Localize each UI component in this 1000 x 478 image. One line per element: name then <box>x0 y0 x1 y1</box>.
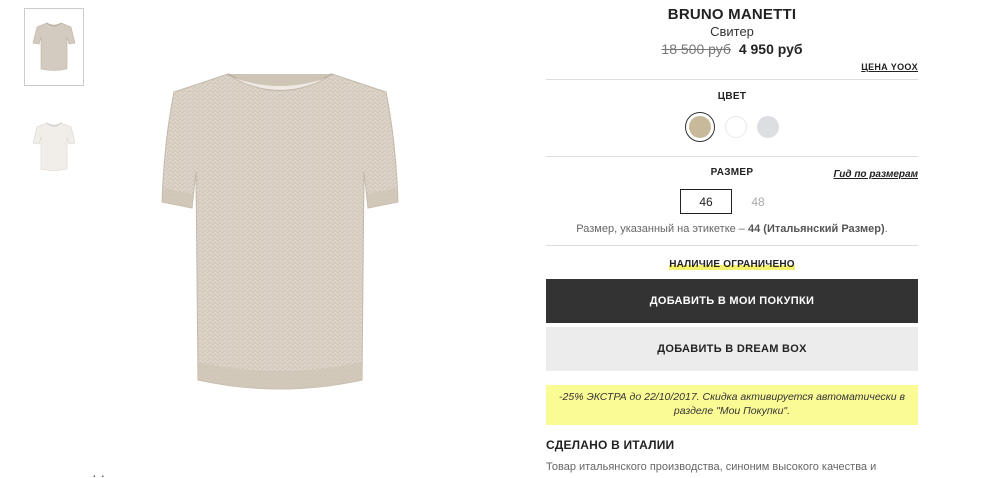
color-swatches <box>546 112 918 142</box>
thumbnail-2[interactable] <box>24 108 84 186</box>
size-options: 46 48 <box>546 189 918 214</box>
color-title: ЦВЕТ <box>717 91 747 102</box>
size-label-note: Размер, указанный на этикетке – 44 (Итал… <box>546 223 918 235</box>
size-option-46[interactable]: 46 <box>680 189 732 214</box>
origin-description: Товар итальянского производства, синоним… <box>546 461 877 478</box>
product-main-image <box>161 73 399 390</box>
sweater-thumbnail-icon <box>32 122 76 171</box>
color-swatch-beige[interactable] <box>685 112 715 142</box>
partial-text-fragment: · · <box>92 467 105 478</box>
old-price: 18 500 руб <box>661 41 731 57</box>
promo-banner: -25% ЭКСТРА до 22/10/2017. Скидка активи… <box>546 385 918 425</box>
divider <box>546 156 918 157</box>
size-header: РАЗМЕР Гид по размерам <box>546 165 918 189</box>
color-swatch-white[interactable] <box>725 116 747 138</box>
origin-title: СДЕЛАНО В ИТАЛИИ <box>546 438 675 452</box>
sweater-thumbnail-icon <box>32 22 76 71</box>
size-note-suffix: . <box>884 223 888 235</box>
new-price: 4 950 руб <box>738 41 803 57</box>
divider <box>546 245 918 246</box>
availability-badge: НАЛИЧИЕ ОГРАНИЧЕНО <box>669 259 795 270</box>
thumbnail-1[interactable] <box>24 8 84 86</box>
price-block: 18 500 руб 4 950 руб <box>546 41 918 57</box>
product-type: Свитер <box>710 24 754 39</box>
size-option-48[interactable]: 48 <box>732 189 784 214</box>
thumbnail-list <box>24 8 86 208</box>
size-guide-link[interactable]: Гид по размерам <box>834 169 919 180</box>
size-note-value: 44 (Итальянский Размер) <box>747 223 885 235</box>
brand-name: BRUNO MANETTI <box>667 6 797 23</box>
availability-wrap: НАЛИЧИЕ ОГРАНИЧЕНО <box>546 254 918 272</box>
add-to-dream-box-button[interactable]: ДОБАВИТЬ В DREAM BOX <box>546 327 918 371</box>
svg-text:· ·: · · <box>92 467 105 478</box>
add-to-cart-button[interactable]: ДОБАВИТЬ В МОИ ПОКУПКИ <box>546 279 918 323</box>
divider <box>546 79 918 80</box>
price-source-link[interactable]: ЦЕНА YOOX <box>546 62 918 72</box>
size-note-prefix: Размер, указанный на этикетке – <box>576 223 748 235</box>
color-swatch-grey[interactable] <box>757 116 779 138</box>
product-details-panel: BRUNO MANETTI Свитер 18 500 руб 4 950 ру… <box>546 0 918 478</box>
